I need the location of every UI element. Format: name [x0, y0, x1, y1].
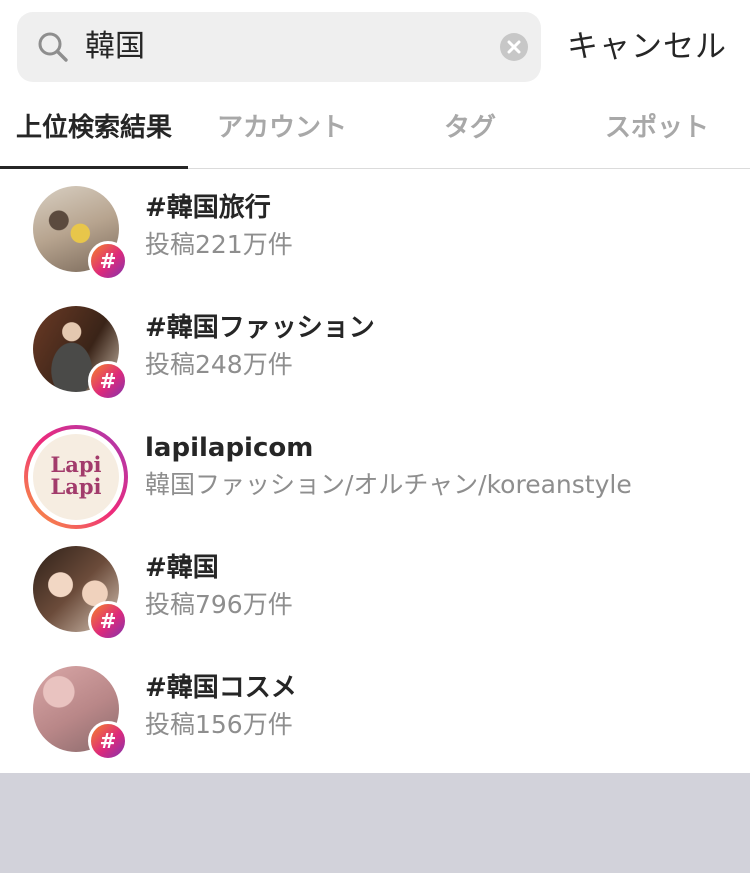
story-ring: Lapi Lapi [24, 425, 128, 529]
result-row-account[interactable]: Lapi Lapi lapilapicom 韓国ファッション/オルチャン/kor… [0, 408, 750, 529]
tab-accounts[interactable]: アカウント [188, 108, 376, 148]
logo-text: Lapi [50, 452, 102, 477]
keyboard-overlay [0, 773, 750, 873]
result-subtitle: 投稿221万件 [145, 230, 293, 259]
logo-text: Lapi [50, 474, 102, 499]
result-row-hashtag[interactable]: # #韓国 投稿796万件 [0, 528, 750, 648]
hashtag-icon: # [88, 241, 128, 281]
clear-icon[interactable] [500, 33, 528, 61]
tab-top-results[interactable]: 上位検索結果 [0, 108, 188, 148]
account-username: lapilapicom [145, 433, 314, 463]
tab-tags[interactable]: タグ [376, 108, 564, 148]
result-subtitle: 投稿156万件 [145, 710, 293, 739]
result-title: #韓国旅行 [145, 193, 271, 223]
tab-places[interactable]: スポット [564, 108, 750, 148]
search-bar[interactable]: 韓国 [17, 12, 541, 82]
result-title: #韓国 [145, 553, 219, 583]
account-avatar: Lapi Lapi [33, 434, 119, 520]
account-bio: 韓国ファッション/オルチャン/koreanstyle [145, 470, 632, 499]
search-input[interactable]: 韓国 [85, 25, 145, 69]
cancel-button[interactable]: キャンセル [567, 24, 727, 70]
result-row-hashtag[interactable]: # #韓国ファッション 投稿248万件 [0, 288, 750, 408]
result-row-hashtag[interactable]: # #韓国旅行 投稿221万件 [0, 168, 750, 288]
hashtag-icon: # [88, 361, 128, 401]
result-row-hashtag[interactable]: # #韓国コスメ 投稿156万件 [0, 648, 750, 768]
result-subtitle: 投稿248万件 [145, 350, 293, 379]
result-title: #韓国ファッション [145, 313, 375, 343]
search-icon [38, 32, 68, 62]
hashtag-icon: # [88, 721, 128, 761]
result-subtitle: 投稿796万件 [145, 590, 293, 619]
search-tabs: 上位検索結果 アカウント タグ スポット [0, 100, 750, 169]
hashtag-icon: # [88, 601, 128, 641]
result-title: #韓国コスメ [145, 673, 297, 703]
